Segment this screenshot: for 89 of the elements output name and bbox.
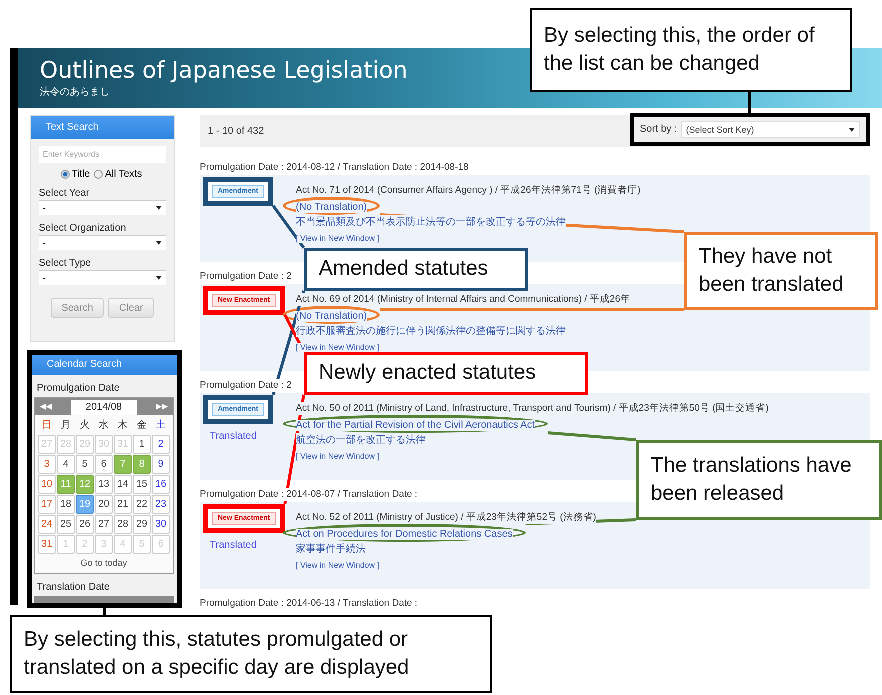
callout-text: By selecting this, statutes promulgated or translated on a specific day are displayed	[24, 626, 410, 681]
calendar-day[interactable]: 31	[38, 535, 56, 554]
calendar-day[interactable]: 17	[38, 495, 56, 514]
calendar-day[interactable]: 2	[152, 435, 170, 454]
calendar-day[interactable]: 29	[133, 515, 151, 534]
view-link[interactable]: [ View in New Window ]	[296, 234, 380, 243]
next-month-button[interactable]: ▶▶	[156, 398, 168, 415]
calendar-day[interactable]: 24	[38, 515, 56, 534]
callout-text: Newly enacted statutes	[319, 360, 536, 386]
calendar-day[interactable]: 23	[152, 495, 170, 514]
previous-month-button[interactable]: ◀◀	[40, 398, 52, 415]
sort-select[interactable]: (Select Sort Key)	[681, 121, 860, 138]
calendar-day[interactable]: 6	[95, 455, 113, 474]
weekday-label: 木	[117, 418, 129, 433]
calendar-label: Translation Date	[37, 582, 111, 593]
weekday-label: 金	[136, 419, 148, 433]
calendar-day[interactable]: 21	[114, 495, 132, 514]
filter-label: Select Year	[39, 188, 91, 199]
radio-label: All Texts	[105, 169, 142, 180]
radio-button[interactable]	[60, 170, 70, 179]
site-title: Outlines of Japanese Legislation	[40, 58, 408, 84]
filter-label: Select Type	[39, 258, 92, 269]
calendar-day[interactable]: 25	[57, 515, 75, 534]
callout-text: The translations have been released	[651, 452, 853, 507]
callout-text: Amended statutes	[319, 256, 488, 282]
calendar-day[interactable]: 10	[38, 475, 56, 494]
caret-icon	[849, 128, 855, 132]
calendar-day[interactable]: 16	[152, 475, 170, 494]
calendar-day[interactable]: 20	[95, 495, 113, 514]
view-link[interactable]: [ View in New Window ]	[296, 343, 380, 352]
radio-button[interactable]	[94, 170, 104, 179]
calendar-day[interactable]: 13	[95, 475, 113, 494]
act-number: Act No. 50 of 2011 (Ministry of Land, Infrastructure, Transport and Tourism) / 平成23年法律第50号 (国土交通省)	[296, 402, 769, 415]
select-value: -	[43, 238, 46, 248]
status-label: Translated	[210, 431, 257, 442]
title-link[interactable]: Act on Procedures for Domestic Relations Cases	[296, 529, 513, 540]
caret-icon	[156, 276, 162, 280]
panel-header: Text Search	[31, 116, 174, 139]
calendar-day[interactable]: 18	[57, 495, 75, 514]
japanese-title-link[interactable]: 不当景品類及び不当表示防止法等の一部を改正する等の法律	[296, 215, 566, 228]
select-value: -	[43, 273, 46, 283]
callout-text: By selecting this, the order of the list can be changed	[544, 22, 816, 77]
select-value: -	[43, 203, 46, 213]
weekday-label: 土	[155, 418, 167, 433]
act-number: Act No. 71 of 2014 (Consumer Affairs Agency ) / 平成26年法律第71号 (消費者庁)	[296, 184, 641, 197]
select-field[interactable]: -	[39, 270, 166, 285]
title-link[interactable]: Act for the Partial Revision of the Civil Aeronautics Act	[296, 420, 535, 431]
act-number: Act No. 52 of 2011 (Ministry of Justice) / 平成23年法律第52号 (法務省)	[296, 511, 596, 524]
select-field[interactable]: -	[39, 235, 166, 250]
calendar-day[interactable]: 4	[57, 455, 75, 474]
keyword-field[interactable]: Enter Keywords	[39, 146, 166, 163]
panel-header: Calendar Search	[32, 355, 177, 375]
caret-icon	[156, 206, 162, 210]
view-link[interactable]: [ View in New Window ]	[296, 452, 380, 461]
callout-text: They have not been translated	[699, 244, 845, 298]
weekday-label: 水	[98, 418, 110, 433]
title-link[interactable]: (No Translation)	[296, 311, 368, 322]
calendar-day[interactable]: 3	[38, 455, 56, 474]
calendar-day[interactable]: 26	[76, 515, 94, 534]
weekday-label: 月	[60, 419, 72, 433]
status-label: Translated	[210, 540, 257, 551]
calendar-day[interactable]: 14	[114, 475, 132, 494]
act-number: Act No. 69 of 2014 (Ministry of Internal Affairs and Communications) / 平成26年	[296, 293, 630, 306]
result-count: 1 - 10 of 432	[208, 126, 264, 136]
japanese-title-link[interactable]: 家事事件手続法	[296, 542, 366, 555]
radio-label: Title	[72, 169, 90, 180]
sort-label: Sort by :	[640, 124, 678, 135]
title-link[interactable]: (No Translation)	[296, 202, 368, 213]
calendar-day[interactable]: 5	[76, 455, 94, 474]
weekday-label: 日	[41, 419, 53, 433]
calendar-day[interactable]: 22	[133, 495, 151, 514]
go-to-today-link[interactable]: Go to today	[35, 554, 173, 573]
select-value: (Select Sort Key)	[686, 124, 754, 134]
view-link[interactable]: [ View in New Window ]	[296, 561, 380, 570]
select-field[interactable]: -	[39, 200, 166, 215]
calendar-day[interactable]: 15	[133, 475, 151, 494]
month-label: 2014/08	[71, 400, 137, 415]
japanese-title-link[interactable]: 航空法の一部を改正する法律	[296, 433, 426, 446]
calendar-day[interactable]: 28	[114, 515, 132, 534]
calendar-day[interactable]: 27	[95, 515, 113, 534]
calendar-label: Promulgation Date	[37, 383, 121, 394]
calendar-day[interactable]: 9	[152, 455, 170, 474]
site-subtitle: 法令のあらまし	[40, 86, 110, 99]
filter-label: Select Organization	[39, 223, 128, 234]
caret-icon	[156, 241, 162, 245]
japanese-title-link[interactable]: 行政不服審査法の施行に伴う関係法律の整備等に関する法律	[296, 324, 566, 337]
calendar-day[interactable]: 1	[133, 435, 151, 454]
weekday-label: 火	[79, 418, 91, 433]
calendar-day[interactable]: 30	[152, 515, 170, 534]
